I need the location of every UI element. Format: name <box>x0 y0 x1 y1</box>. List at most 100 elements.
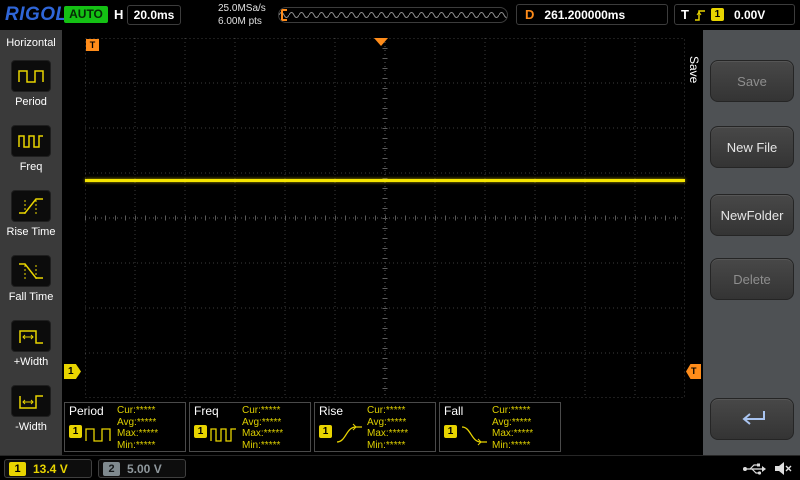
cur-label: Cur: <box>117 405 136 416</box>
min-label: Min: <box>242 440 261 451</box>
save-button[interactable]: Save <box>710 60 794 102</box>
channel-badge: 1 <box>444 425 457 438</box>
channel1-trace <box>85 179 685 182</box>
sidebar-item-fall-time[interactable]: Fall Time <box>0 255 62 303</box>
min-value: ***** <box>386 440 405 451</box>
min-label: Min: <box>117 440 136 451</box>
avg-label: Avg: <box>117 417 137 428</box>
max-label: Max: <box>367 428 389 439</box>
trigger-status-marker: T <box>86 39 99 51</box>
sidebar-item-label: Period <box>0 96 62 108</box>
fall-meas-icon <box>460 421 488 447</box>
channel1-offset-marker[interactable]: 1 <box>64 364 81 379</box>
avg-label: Avg: <box>367 417 387 428</box>
channel1-status[interactable]: 1 13.4 V <box>4 459 92 478</box>
trigger-level-marker[interactable]: T <box>686 364 701 379</box>
sidebar-item-label: Freq <box>0 161 62 173</box>
top-status-bar: RIGOL AUTO H 20.0ms 25.0MSa/s 6.00M pts … <box>0 0 800 30</box>
fall-time-icon <box>17 259 45 283</box>
sidebar-item-freq[interactable]: Freq <box>0 125 62 173</box>
avg-value: ***** <box>262 417 281 428</box>
measurement-box-fall[interactable]: Fall 1 Cur:***** Avg:***** Max:***** Min… <box>439 402 561 452</box>
measurement-values: Cur:***** Avg:***** Max:***** Min:***** <box>492 405 533 451</box>
sidebar-title: Horizontal <box>0 37 62 49</box>
timebase-value[interactable]: 20.0ms <box>127 5 181 25</box>
rigol-logo: RIGOL <box>5 4 68 26</box>
max-label: Max: <box>242 428 264 439</box>
sidebar-item-minus-width[interactable]: -Width <box>0 385 62 433</box>
channel-badge: 1 <box>319 425 332 438</box>
max-label: Max: <box>117 428 139 439</box>
channel2-badge: 2 <box>103 462 120 476</box>
period-meas-icon <box>85 421 113 447</box>
cur-label: Cur: <box>492 405 511 416</box>
speaker-icon <box>774 460 792 477</box>
delay-value: 261.200000ms <box>544 8 625 22</box>
sidebar-item-label: Rise Time <box>0 226 62 238</box>
channel1-badge: 1 <box>9 462 26 476</box>
trigger-label: T <box>681 7 689 22</box>
measurement-box-rise[interactable]: Rise 1 Cur:***** Avg:***** Max:***** Min… <box>314 402 436 452</box>
return-arrow-icon <box>734 407 770 431</box>
new-folder-button[interactable]: NewFolder <box>710 194 794 236</box>
freq-meas-icon <box>210 421 238 447</box>
avg-value: ***** <box>512 417 531 428</box>
sidebar-item-label: +Width <box>0 356 62 368</box>
measurement-name: Fall <box>444 404 463 418</box>
minus-width-icon <box>17 389 45 413</box>
sidebar-item-label: Fall Time <box>0 291 62 303</box>
graticule-grid <box>85 38 685 398</box>
horizontal-label: H <box>114 7 123 22</box>
sidebar-item-plus-width[interactable]: +Width <box>0 320 62 368</box>
menu-tab-save: Save <box>687 56 701 83</box>
delay-label: D <box>525 7 534 22</box>
max-value: ***** <box>139 428 158 439</box>
min-value: ***** <box>261 440 280 451</box>
waveform-display: T 1 <box>62 30 686 455</box>
new-file-button[interactable]: New File <box>710 126 794 168</box>
memory-depth: 6.00M pts <box>218 16 262 27</box>
measurement-box-freq[interactable]: Freq 1 Cur:***** Avg:***** Max:***** Min… <box>189 402 311 452</box>
trigger-position-marker[interactable] <box>374 38 388 46</box>
measurement-box-period[interactable]: Period 1 Cur:***** Avg:***** Max:***** M… <box>64 402 186 452</box>
channel-badge: 1 <box>69 425 82 438</box>
measurement-values: Cur:***** Avg:***** Max:***** Min:***** <box>367 405 408 451</box>
trigger-level-value: 0.00V <box>734 8 765 22</box>
cur-value: ***** <box>511 405 530 416</box>
back-button[interactable] <box>710 398 794 440</box>
channel2-status[interactable]: 2 5.00 V <box>98 459 186 478</box>
cur-value: ***** <box>136 405 155 416</box>
measure-sidebar: Horizontal Period Freq Rise Time Fall Ti… <box>0 30 62 455</box>
avg-label: Avg: <box>492 417 512 428</box>
min-label: Min: <box>492 440 511 451</box>
delay-readout[interactable]: D 261.200000ms <box>516 4 668 25</box>
cur-label: Cur: <box>367 405 386 416</box>
rise-time-icon <box>17 194 45 218</box>
delete-button[interactable]: Delete <box>710 258 794 300</box>
max-label: Max: <box>492 428 514 439</box>
sidebar-item-rise-time[interactable]: Rise Time <box>0 190 62 238</box>
min-value: ***** <box>136 440 155 451</box>
avg-value: ***** <box>387 417 406 428</box>
sidebar-item-label: -Width <box>0 421 62 433</box>
cur-value: ***** <box>261 405 280 416</box>
avg-value: ***** <box>137 417 156 428</box>
measurement-values: Cur:***** Avg:***** Max:***** Min:***** <box>242 405 283 451</box>
max-value: ***** <box>389 428 408 439</box>
max-value: ***** <box>514 428 533 439</box>
trigger-readout[interactable]: T 1 0.00V <box>674 4 795 25</box>
sidebar-item-period[interactable]: Period <box>0 60 62 108</box>
sample-rate: 25.0MSa/s <box>218 3 266 14</box>
run-status-badge[interactable]: AUTO <box>64 6 108 23</box>
channel2-scale: 5.00 V <box>127 462 162 476</box>
max-value: ***** <box>264 428 283 439</box>
channel1-scale: 13.4 V <box>33 462 68 476</box>
measurement-name: Rise <box>319 404 343 418</box>
grid-icon <box>85 38 685 398</box>
waveform-memory-bar[interactable] <box>278 7 508 23</box>
measurement-name: Period <box>69 404 104 418</box>
softkey-menu-panel: Save New File NewFolder Delete <box>703 30 800 455</box>
plus-width-icon <box>17 324 45 348</box>
cur-label: Cur: <box>242 405 261 416</box>
memory-waveform-icon <box>279 8 507 22</box>
